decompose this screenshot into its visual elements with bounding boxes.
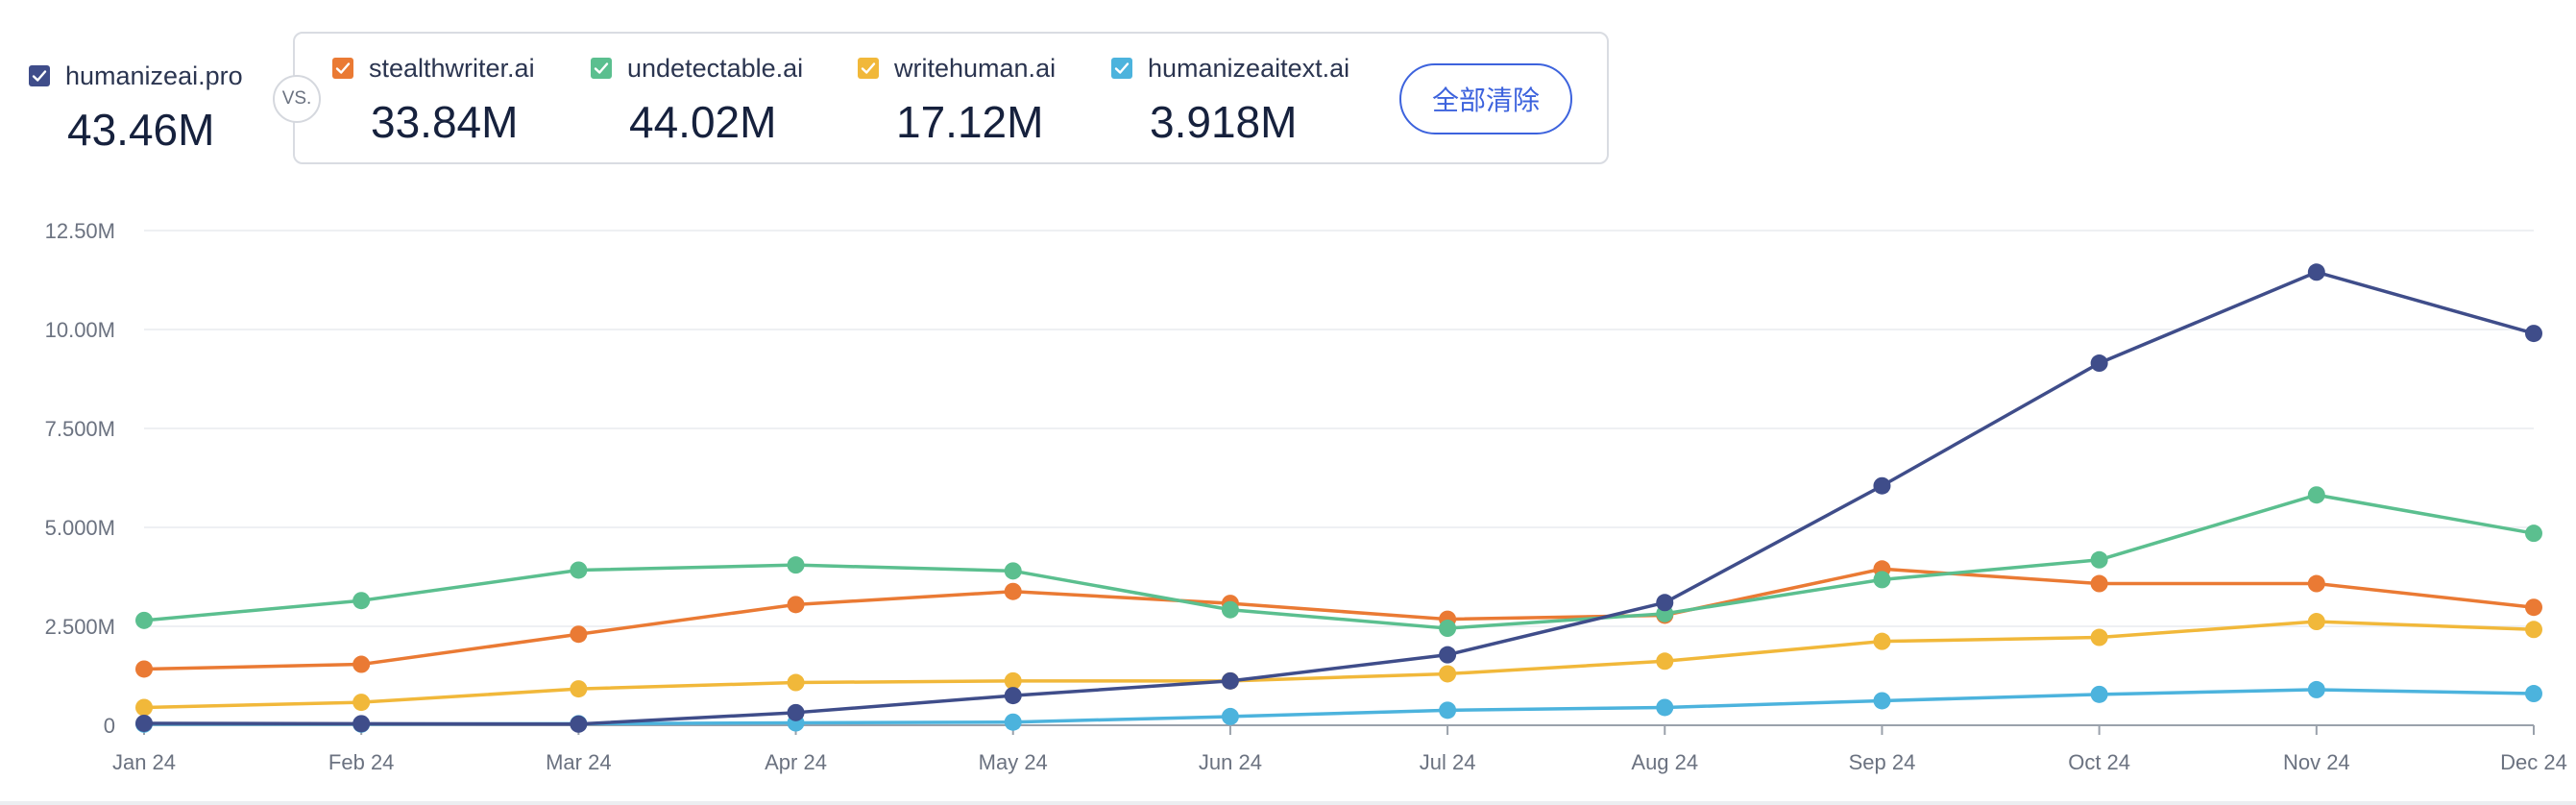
- x-tick-label: Jun 24: [1199, 750, 1262, 774]
- data-point: [787, 596, 805, 614]
- data-point: [135, 698, 153, 717]
- data-point: [2525, 325, 2542, 343]
- data-point: [1439, 701, 1457, 720]
- data-point: [2307, 574, 2325, 593]
- legend-site-name: stealthwriter.ai: [369, 54, 535, 83]
- y-tick-label: 5.000M: [45, 516, 115, 540]
- x-tick-label: Feb 24: [328, 750, 395, 774]
- bottom-divider: [0, 801, 2576, 805]
- legend-site-value: 3.918M: [1150, 97, 1298, 147]
- data-point: [1656, 698, 1674, 717]
- x-tick-label: Nov 24: [2283, 750, 2350, 774]
- series-line: [143, 493, 2535, 630]
- data-point: [1004, 713, 1022, 731]
- y-tick-label: 2.500M: [45, 615, 115, 639]
- data-point: [570, 715, 588, 733]
- x-tick-label: Dec 24: [2500, 750, 2567, 774]
- series-line: [143, 270, 2535, 726]
- checkbox-checked-icon[interactable]: [29, 65, 50, 86]
- data-point: [352, 655, 371, 673]
- data-point: [1873, 571, 1891, 589]
- data-point: [2307, 263, 2325, 281]
- data-point: [1439, 665, 1457, 683]
- data-point: [1656, 652, 1674, 671]
- data-point: [787, 673, 805, 692]
- checkbox-checked-icon[interactable]: [1111, 58, 1132, 79]
- data-point: [1656, 594, 1674, 612]
- data-point: [2525, 524, 2542, 543]
- data-point: [1221, 600, 1239, 619]
- data-point: [1873, 476, 1891, 495]
- checkbox-checked-icon[interactable]: [858, 58, 879, 79]
- x-tick-label: Aug 24: [1631, 750, 1698, 774]
- data-point: [135, 714, 153, 732]
- legend-row: humanizeai.pro 43.46M VS. stealthwriter.…: [0, 0, 2576, 173]
- data-point: [2525, 685, 2542, 703]
- data-point: [1873, 632, 1891, 650]
- data-point: [2307, 680, 2325, 698]
- data-point: [1221, 707, 1239, 725]
- x-tick-label: Apr 24: [765, 750, 827, 774]
- x-tick-label: Oct 24: [2068, 750, 2130, 774]
- data-point: [1004, 562, 1022, 580]
- data-point: [135, 611, 153, 629]
- data-point: [570, 625, 588, 644]
- data-point: [135, 660, 153, 678]
- data-point: [1004, 582, 1022, 600]
- checkbox-checked-icon[interactable]: [332, 58, 353, 79]
- data-point: [352, 715, 371, 733]
- x-tick-label: May 24: [979, 750, 1048, 774]
- legend-site-name: undetectable.ai: [627, 54, 804, 83]
- data-point: [1439, 646, 1457, 664]
- clear-all-button[interactable]: 全部清除: [1399, 63, 1572, 134]
- data-point: [2525, 598, 2542, 617]
- data-point: [1004, 687, 1022, 705]
- legend-site-name: humanizeaitext.ai: [1148, 54, 1350, 83]
- data-point: [570, 680, 588, 698]
- data-point: [2090, 550, 2108, 569]
- legend-site-name: writehuman.ai: [894, 54, 1057, 83]
- data-point: [2090, 574, 2108, 593]
- legend-site-value: 43.46M: [67, 105, 215, 155]
- legend-site-name: humanizeai.pro: [65, 61, 243, 90]
- series-line: [143, 620, 2535, 710]
- data-point: [1439, 620, 1457, 638]
- legend-site-value: 17.12M: [896, 97, 1044, 147]
- x-tick-label: Jul 24: [1420, 750, 1476, 774]
- checkbox-checked-icon[interactable]: [591, 58, 612, 79]
- traffic-line-chart: 0 2.500M 5.000M 7.500M 10.00M 12.50M Jan 24 Feb…: [0, 183, 2576, 805]
- x-tick-label: Jan 24: [112, 750, 176, 774]
- y-tick-label: 12.50M: [45, 219, 115, 243]
- legend-site-value: 33.84M: [371, 97, 519, 147]
- data-point: [2525, 621, 2542, 639]
- chart-canvas: 0 2.500M 5.000M 7.500M 10.00M 12.50M Jan 24 Feb…: [45, 219, 2567, 774]
- y-tick-label: 7.500M: [45, 417, 115, 441]
- data-point: [1221, 671, 1239, 690]
- data-point: [352, 694, 371, 712]
- legend-site-value: 44.02M: [629, 97, 777, 147]
- data-point: [1873, 692, 1891, 710]
- data-point: [2090, 354, 2108, 373]
- data-point: [352, 592, 371, 610]
- data-point: [2307, 613, 2325, 631]
- y-tick-label: 10.00M: [45, 318, 115, 342]
- vs-badge: VS.: [273, 75, 321, 123]
- data-point: [2307, 486, 2325, 504]
- data-point: [787, 556, 805, 574]
- data-point: [787, 703, 805, 721]
- x-tick-label: Mar 24: [546, 750, 611, 774]
- x-tick-label: Sep 24: [1849, 750, 1916, 774]
- data-point: [2090, 628, 2108, 646]
- y-tick-label: 0: [104, 714, 115, 738]
- data-point: [570, 561, 588, 579]
- data-point: [2090, 685, 2108, 703]
